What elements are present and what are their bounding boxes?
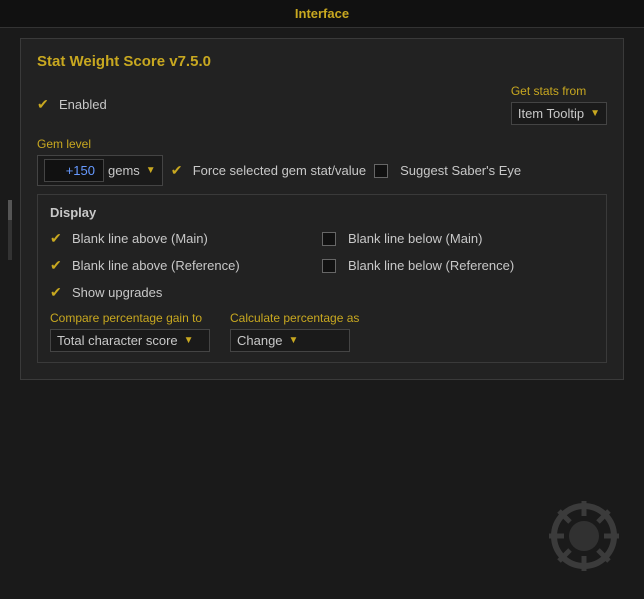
- show-upgrades-row: ✔ Show upgrades: [50, 284, 594, 301]
- display-section-title: Display: [50, 205, 594, 220]
- enabled-get-stats-row: ✔ Enabled Get stats from Item Tooltip ▼: [37, 84, 607, 125]
- blank-below-ref-label: Blank line below (Reference): [348, 258, 514, 273]
- gem-level-controls: +150 gems ▼ ✔ Force selected gem stat/va…: [37, 155, 607, 186]
- gem-level-dropdown[interactable]: +150 gems ▼: [37, 155, 163, 186]
- gem-level-section: Gem level +150 gems ▼ ✔ Force selected g…: [37, 137, 607, 186]
- calculate-arrow-icon: ▼: [289, 335, 299, 346]
- main-panel: Stat Weight Score v7.5.0 ✔ Enabled Get s…: [20, 38, 624, 380]
- gem-level-label: Gem level: [37, 137, 607, 151]
- show-upgrades-checkbox[interactable]: ✔ Show upgrades: [50, 284, 594, 301]
- compare-group: Compare percentage gain to Total charact…: [50, 311, 210, 352]
- compare-dropdown[interactable]: Total character score ▼: [50, 329, 210, 352]
- compare-arrow-icon: ▼: [184, 335, 194, 346]
- blank-below-ref-box: [322, 259, 336, 273]
- force-gem-label: Force selected gem stat/value: [193, 163, 366, 178]
- enabled-check-icon: ✔: [37, 96, 53, 113]
- gem-level-value: +150: [44, 159, 104, 182]
- get-stats-dropdown[interactable]: Item Tooltip ▼: [511, 102, 607, 125]
- enabled-label: Enabled: [59, 97, 107, 112]
- blank-above-main-check-icon: ✔: [50, 230, 66, 247]
- calculate-label: Calculate percentage as: [230, 311, 359, 325]
- get-stats-arrow-icon: ▼: [590, 108, 600, 119]
- blank-above-main-checkbox[interactable]: ✔ Blank line above (Main): [50, 230, 322, 247]
- header-bar: Interface: [0, 0, 644, 28]
- scrollbar-thumb[interactable]: [8, 200, 12, 220]
- display-section: Display ✔ Blank line above (Main) Blank …: [37, 194, 607, 363]
- display-checkboxes-grid: ✔ Blank line above (Main) Blank line bel…: [50, 230, 594, 274]
- compare-value: Total character score: [57, 333, 178, 348]
- get-stats-label: Get stats from: [511, 84, 607, 98]
- force-gem-check-icon: ✔: [171, 162, 187, 179]
- force-gem-checkbox[interactable]: ✔ Force selected gem stat/value: [171, 162, 366, 179]
- calculate-dropdown[interactable]: Change ▼: [230, 329, 350, 352]
- gem-dropdown-arrow-icon: ▼: [146, 165, 156, 176]
- blank-below-main-box: [322, 232, 336, 246]
- header-title: Interface: [295, 6, 349, 21]
- calculate-group: Calculate percentage as Change ▼: [230, 311, 359, 352]
- suggest-saber-checkbox[interactable]: Suggest Saber's Eye: [374, 163, 521, 178]
- compare-row: Compare percentage gain to Total charact…: [50, 311, 594, 352]
- suggest-saber-label: Suggest Saber's Eye: [400, 163, 521, 178]
- main-container: Interface Stat Weight Score v7.5.0 ✔ Ena…: [0, 0, 644, 599]
- panel-title: Stat Weight Score v7.5.0: [37, 53, 607, 70]
- blank-above-ref-label: Blank line above (Reference): [72, 258, 240, 273]
- blank-below-main-checkbox[interactable]: Blank line below (Main): [322, 230, 594, 247]
- compare-label: Compare percentage gain to: [50, 311, 210, 325]
- blank-below-ref-checkbox[interactable]: Blank line below (Reference): [322, 257, 594, 274]
- gem-suffix: gems: [108, 163, 140, 178]
- scrollbar-track[interactable]: [8, 200, 12, 260]
- get-stats-group: Get stats from Item Tooltip ▼: [511, 84, 607, 125]
- decorative-icon: [544, 496, 624, 579]
- show-upgrades-label: Show upgrades: [72, 285, 162, 300]
- calculate-value: Change: [237, 333, 283, 348]
- blank-above-ref-check-icon: ✔: [50, 257, 66, 274]
- suggest-saber-box: [374, 164, 388, 178]
- get-stats-value: Item Tooltip: [518, 106, 584, 121]
- show-upgrades-check-icon: ✔: [50, 284, 66, 301]
- enabled-checkbox[interactable]: ✔ Enabled: [37, 96, 107, 113]
- blank-below-main-label: Blank line below (Main): [348, 231, 482, 246]
- blank-above-main-label: Blank line above (Main): [72, 231, 208, 246]
- blank-above-ref-checkbox[interactable]: ✔ Blank line above (Reference): [50, 257, 322, 274]
